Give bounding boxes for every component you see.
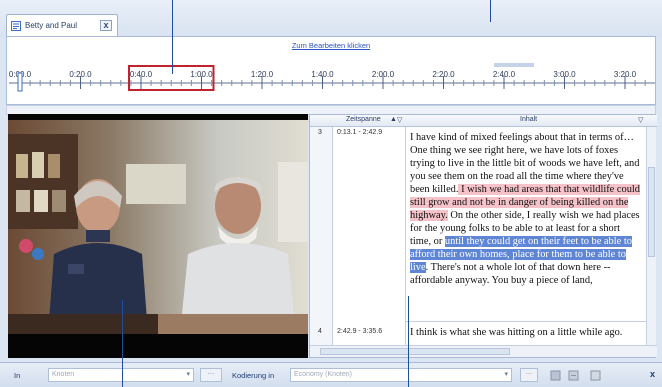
nvivo-window: Betty and Paul x Zum Bearbeiten klicken … — [0, 0, 662, 387]
tick-label: 3:00.0 — [553, 70, 576, 79]
coding-in-label: Kodierung in — [232, 371, 275, 380]
transcript-text: I think is what she was hitting on a lit… — [410, 327, 623, 338]
zeitspanne-column: 0:13.1 - 2:42.9 2:42.9 - 3:35.6 — [333, 127, 406, 345]
callout-pointer — [122, 300, 123, 387]
code-in-vivo-icon[interactable] — [590, 370, 601, 381]
tick-label: 2:20.0 — [432, 70, 455, 79]
scrollbar-thumb[interactable] — [320, 348, 510, 355]
video-frame-image — [8, 120, 308, 334]
header-inhalt[interactable]: Inhalt — [520, 116, 537, 123]
playback-region-marker — [494, 63, 534, 67]
transcript-grid: Zeitspanne ▲ ▽ Inhalt ▽ 3 4 0:13.1 - 2:4… — [309, 114, 657, 358]
close-tab-icon[interactable]: x — [100, 20, 112, 31]
video-document-icon — [11, 20, 21, 31]
tick-label: 3:20.0 — [614, 70, 637, 79]
time-ruler[interactable]: 0:00.00:20.00:40.01:00.01:20.01:40.02:00… — [7, 37, 657, 106]
tick-label: 1:20.0 — [251, 70, 274, 79]
in-label: In — [14, 371, 21, 380]
time-span-cell[interactable]: 0:13.1 - 2:42.9 — [337, 129, 382, 136]
vertical-scrollbar[interactable] — [646, 127, 656, 345]
row-number: 4 — [318, 328, 322, 335]
coding-in-value: Economy (Knoten) — [294, 371, 352, 378]
browse-button[interactable]: … — [200, 368, 222, 382]
tick-label: 1:00.0 — [190, 70, 213, 79]
callout-pointer — [408, 296, 409, 387]
transcript-text: . There's not a whole lot of that down h… — [410, 262, 611, 286]
chevron-down-icon: ▾ — [186, 371, 190, 378]
coding-in-combobox[interactable]: Economy (Knoten) ▾ — [290, 368, 512, 382]
tab-label: Betty and Paul — [25, 21, 78, 30]
tick-label: 2:00.0 — [372, 70, 395, 79]
tab-strip: Betty and Paul x — [0, 0, 662, 37]
video-player[interactable] — [8, 114, 308, 358]
code-icon[interactable] — [550, 370, 561, 381]
tab-betty-and-paul[interactable]: Betty and Paul x — [6, 14, 118, 36]
timeline-panel[interactable]: Zum Bearbeiten klicken 0:00.00:20.00:40.… — [6, 36, 656, 105]
close-bar-icon[interactable]: x — [650, 369, 655, 379]
horizontal-scrollbar[interactable] — [310, 345, 657, 357]
header-zeitspanne[interactable]: Zeitspanne — [346, 116, 381, 123]
tick-label: 0:20.0 — [69, 70, 92, 79]
filter-icon[interactable]: ▽ — [638, 116, 643, 124]
transcript-cell-row-3[interactable]: I have kind of mixed feelings about that… — [406, 127, 646, 321]
playhead-handle[interactable] — [17, 72, 23, 92]
tick-label: 1:40.0 — [311, 70, 334, 79]
transcript-cell-row-4[interactable]: I think is what she was hitting on a lit… — [406, 321, 646, 339]
browse-button[interactable]: … — [520, 368, 538, 382]
tick-label: 2:40.0 — [493, 70, 516, 79]
in-node-combobox[interactable]: Knoten ▾ — [48, 368, 194, 382]
chevron-down-icon: ▾ — [504, 371, 508, 378]
uncode-icon[interactable] — [568, 370, 579, 381]
tick-label: 0:40.0 — [130, 70, 153, 79]
grid-header: Zeitspanne ▲ ▽ Inhalt ▽ — [310, 115, 657, 127]
callout-pointer — [490, 0, 491, 22]
row-index-column: 3 4 — [310, 127, 333, 345]
in-node-value: Knoten — [52, 371, 75, 378]
sort-asc-icon[interactable]: ▲ — [390, 116, 397, 123]
coding-bar: In Knoten ▾ … Kodierung in Economy (Knot… — [0, 362, 662, 387]
callout-pointer — [172, 0, 173, 74]
filter-icon[interactable]: ▽ — [397, 116, 402, 124]
row-number: 3 — [318, 129, 322, 136]
time-span-cell[interactable]: 2:42.9 - 3:35.6 — [337, 328, 382, 335]
inhalt-column[interactable]: I have kind of mixed feelings about that… — [406, 127, 646, 345]
scrollbar-thumb[interactable] — [648, 167, 655, 257]
